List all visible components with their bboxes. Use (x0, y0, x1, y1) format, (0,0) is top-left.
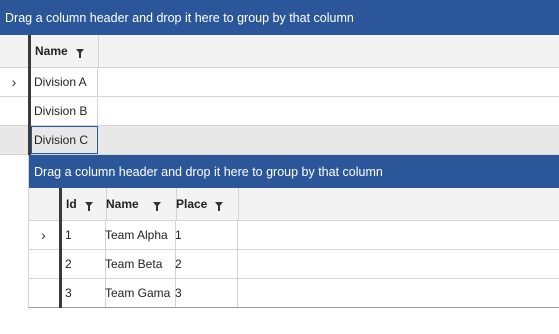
outer-header-row: Name (0, 35, 559, 68)
inner-column-header-id-label: Id (66, 197, 77, 211)
inner-row-team-alpha[interactable]: › 1 Team Alpha 1 (28, 221, 559, 250)
expander-glyph: › (41, 227, 46, 243)
inner-header-row: Id Name Place (28, 188, 559, 221)
inner-cell-place[interactable]: 3 (172, 279, 238, 307)
inner-row-team-beta[interactable]: 2 Team Beta 2 (28, 250, 559, 279)
outer-group-panel-text: Drag a column header and drop it here to… (5, 10, 354, 25)
inner-column-header-name-label: Name (106, 197, 139, 211)
outer-cell-name[interactable]: Division B (31, 97, 98, 125)
outer-cell-name[interactable]: Division A (31, 68, 98, 96)
inner-column-header-place[interactable]: Place (172, 188, 239, 220)
chevron-right-icon[interactable]: › (28, 221, 59, 249)
filter-icon[interactable] (215, 201, 224, 211)
inner-cell-id[interactable]: 3 (62, 279, 106, 307)
outer-row-division-b[interactable]: Division B (0, 97, 559, 126)
expander-glyph: › (11, 74, 17, 90)
outer-cell-name[interactable]: Division C (31, 126, 98, 154)
inner-row-team-gama[interactable]: 3 Team Gama 3 (28, 279, 559, 308)
inner-cell-place[interactable]: 1 (172, 221, 238, 249)
inner-group-panel[interactable]: Drag a column header and drop it here to… (28, 155, 559, 188)
inner-column-header-place-label: Place (176, 197, 208, 211)
inner-cell-place[interactable]: 2 (172, 250, 238, 278)
filter-icon[interactable] (152, 201, 161, 211)
detail-border (28, 155, 29, 309)
detail-left-gutter (0, 155, 28, 310)
inner-column-header-name[interactable]: Name (102, 188, 177, 220)
filter-icon[interactable] (84, 201, 93, 211)
outer-column-header-name[interactable]: Name (31, 35, 99, 67)
chevron-right-icon[interactable]: › (0, 68, 28, 96)
inner-cell-id[interactable]: 2 (62, 250, 106, 278)
outer-row-division-c[interactable]: Division C (0, 126, 559, 155)
inner-cell-name[interactable]: Team Beta (102, 250, 176, 278)
outer-column-header-name-label: Name (35, 44, 68, 58)
inner-column-header-id[interactable]: Id (62, 188, 107, 220)
outer-group-panel[interactable]: Drag a column header and drop it here to… (0, 0, 559, 35)
outer-row-division-a[interactable]: › Division A (0, 68, 559, 97)
filter-icon[interactable] (75, 48, 84, 58)
inner-group-panel-text: Drag a column header and drop it here to… (34, 164, 383, 179)
inner-cell-name[interactable]: Team Gama (102, 279, 176, 307)
inner-cell-id[interactable]: 1 (62, 221, 106, 249)
inner-cell-name[interactable]: Team Alpha (102, 221, 176, 249)
